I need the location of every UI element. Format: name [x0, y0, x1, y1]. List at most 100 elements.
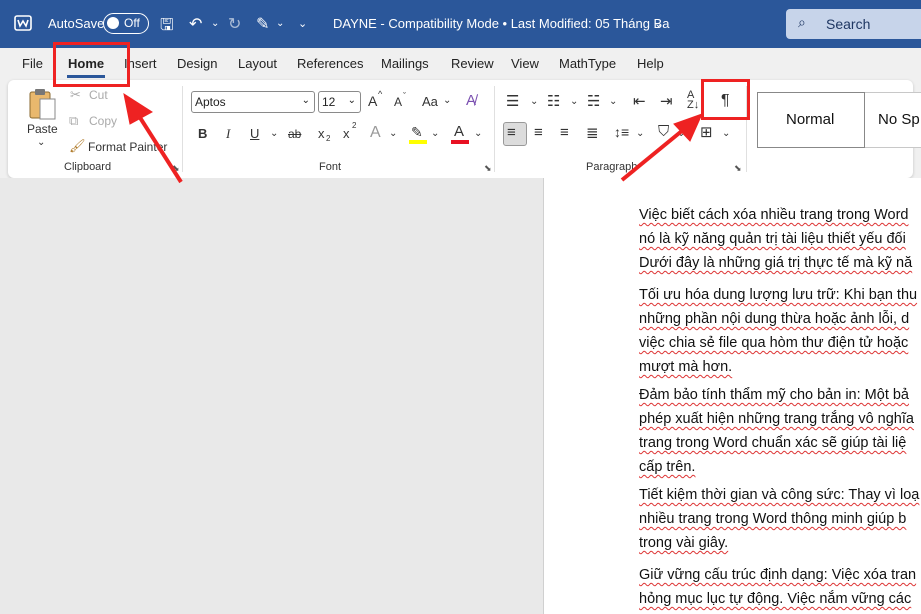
numbering-icon[interactable]: ☷	[547, 92, 560, 110]
font-name-dropdown-icon: ⌄	[301, 95, 310, 106]
paste-button[interactable]: Paste	[27, 122, 58, 136]
subscript-button[interactable]: x	[318, 126, 325, 141]
title-dropdown-icon[interactable]: ⌄	[654, 17, 663, 30]
highlight-icon[interactable]: ✎	[411, 124, 423, 141]
tab-view[interactable]: View	[511, 56, 539, 71]
font-color-icon[interactable]: A	[454, 123, 464, 140]
paste-icon[interactable]	[28, 87, 58, 121]
text-effects-dropdown-icon[interactable]: ⌄	[389, 128, 397, 139]
font-color-dropdown-icon[interactable]: ⌄	[474, 128, 482, 139]
tab-file[interactable]: File	[22, 56, 43, 71]
cut-icon: ✂	[70, 87, 81, 102]
highlight-color-bar	[409, 140, 427, 144]
borders-icon[interactable]: ⊞	[700, 123, 713, 141]
font-color-bar	[451, 140, 469, 144]
paragraph-line: trong vài giây.	[639, 535, 729, 551]
font-name-value: Aptos	[195, 95, 226, 109]
clipboard-group-label: Clipboard	[64, 161, 112, 173]
multilevel-dropdown-icon[interactable]: ⌄	[609, 96, 617, 107]
tab-mailings[interactable]: Mailings	[381, 56, 429, 71]
paragraph-line: Giữ vững cấu trúc định dạng: Việc xóa tr…	[639, 567, 917, 583]
paragraph-launcher-icon[interactable]: ⬊	[734, 163, 742, 174]
clear-formatting-icon[interactable]: A̸	[466, 92, 476, 109]
document-paragraph[interactable]: Tiết kiệm thời gian và công sức: Thay vì…	[639, 483, 921, 555]
increase-indent-icon[interactable]: ⇥	[660, 92, 673, 110]
align-left-icon: ≡	[507, 124, 516, 141]
cut-button[interactable]: Cut	[89, 88, 108, 102]
document-title[interactable]: DAYNE - Compatibility Mode • Last Modifi…	[333, 16, 669, 31]
document-paragraph[interactable]: Việc biết cách xóa nhiều trang trong Wor…	[639, 203, 921, 275]
tab-review[interactable]: Review	[451, 56, 494, 71]
font-launcher-icon[interactable]: ⬊	[484, 163, 492, 174]
line-spacing-icon[interactable]: ↕≡	[614, 124, 629, 140]
paragraph-group-label: Paragraph	[586, 161, 638, 173]
change-case-dropdown-icon[interactable]: ⌄	[443, 95, 451, 106]
document-paragraph[interactable]: Giữ vững cấu trúc định dạng: Việc xóa tr…	[639, 563, 921, 611]
multilevel-list-icon[interactable]: ☵	[587, 92, 600, 110]
font-size-combo[interactable]: 12 ⌄	[318, 91, 361, 113]
numbering-dropdown-icon[interactable]: ⌄	[570, 96, 578, 107]
style-normal[interactable]: Normal	[757, 92, 865, 148]
shrink-font-button[interactable]: A	[394, 95, 402, 109]
save-icon[interactable]: 🖫	[160, 14, 174, 41]
annotation-box-show-formatting	[701, 79, 750, 120]
sort-icon[interactable]: A Z↓	[687, 90, 699, 111]
quick-access-dropdown-icon[interactable]: ⌄	[276, 18, 284, 29]
paste-dropdown-icon[interactable]: ⌄	[37, 137, 45, 148]
undo-icon[interactable]: ↶	[189, 14, 202, 34]
bullets-dropdown-icon[interactable]: ⌄	[530, 96, 538, 107]
search-label: Search	[826, 16, 871, 32]
shading-icon[interactable]: ⛉	[658, 123, 669, 140]
highlight-dropdown-icon[interactable]: ⌄	[431, 128, 439, 139]
ribbon-separator	[494, 86, 495, 172]
grow-font-button[interactable]: A	[368, 93, 377, 109]
line-spacing-dropdown-icon[interactable]: ⌄	[636, 128, 644, 139]
change-case-button[interactable]: Aa	[422, 94, 438, 109]
tab-references[interactable]: References	[297, 56, 363, 71]
justify-icon[interactable]: ≣	[586, 124, 599, 142]
tab-help[interactable]: Help	[637, 56, 664, 71]
quick-access-icon[interactable]: ✎	[256, 14, 269, 34]
format-painter-button[interactable]: Format Painter	[88, 140, 167, 154]
ribbon-separator	[182, 86, 183, 172]
align-right-icon[interactable]: ≡	[560, 124, 569, 141]
style-no-spacing[interactable]: No Sp	[865, 92, 921, 148]
copy-icon: ⧉	[69, 113, 79, 128]
style-no-spacing-label: No Sp	[878, 111, 920, 128]
tab-layout[interactable]: Layout	[238, 56, 277, 71]
clipboard-launcher-icon[interactable]: ⬊	[172, 163, 180, 174]
toggle-knob	[107, 17, 119, 29]
search-box[interactable]: ⌕ Search	[786, 9, 921, 39]
font-size-dropdown-icon: ⌄	[347, 95, 356, 106]
undo-dropdown-icon[interactable]: ⌄	[211, 18, 219, 29]
redo-icon[interactable]: ↻	[228, 14, 241, 34]
align-center-icon[interactable]: ≡	[534, 124, 543, 141]
paragraph-line: Việc biết cách xóa nhiều trang trong Wor…	[639, 207, 909, 223]
paragraph-line: nó là kỹ năng quản trị tài liệu thiết yế…	[639, 231, 906, 247]
borders-dropdown-icon[interactable]: ⌄	[722, 128, 730, 139]
format-painter-icon: 🖌	[69, 138, 86, 153]
text-effects-icon[interactable]: A	[370, 124, 381, 142]
decrease-indent-icon[interactable]: ⇤	[633, 92, 646, 110]
superscript-button[interactable]: x	[343, 126, 350, 141]
subscript-marker: 2	[326, 134, 331, 143]
document-paragraph[interactable]: Tối ưu hóa dung lượng lưu trữ: Khi bạn t…	[639, 283, 921, 379]
italic-button[interactable]: I	[226, 126, 230, 142]
underline-button[interactable]: U	[250, 126, 259, 141]
customize-toolbar-icon[interactable]: ⌄	[298, 17, 307, 30]
strikethrough-button[interactable]: ab	[288, 127, 301, 141]
font-name-combo[interactable]: Aptos ⌄	[191, 91, 315, 113]
shading-dropdown-icon[interactable]: ⌄	[677, 128, 685, 139]
paragraph-line: việc chia sẻ file qua hòm thư điện tử ho…	[639, 335, 909, 351]
document-paragraph[interactable]: Đảm bảo tính thẩm mỹ cho bản in: Một bả …	[639, 383, 921, 479]
bullets-icon[interactable]: ☰	[506, 92, 519, 110]
tab-design[interactable]: Design	[177, 56, 217, 71]
autosave-toggle[interactable]: Off	[103, 13, 149, 34]
underline-dropdown-icon[interactable]: ⌄	[270, 128, 278, 139]
paragraph-line: Tối ưu hóa dung lượng lưu trữ: Khi bạn t…	[639, 287, 918, 303]
copy-button[interactable]: Copy	[89, 114, 117, 128]
tab-mathtype[interactable]: MathType	[559, 56, 616, 71]
bold-button[interactable]: B	[198, 126, 207, 141]
word-logo-icon	[14, 15, 32, 31]
paragraph-line: mượt mà hơn.	[639, 359, 733, 375]
